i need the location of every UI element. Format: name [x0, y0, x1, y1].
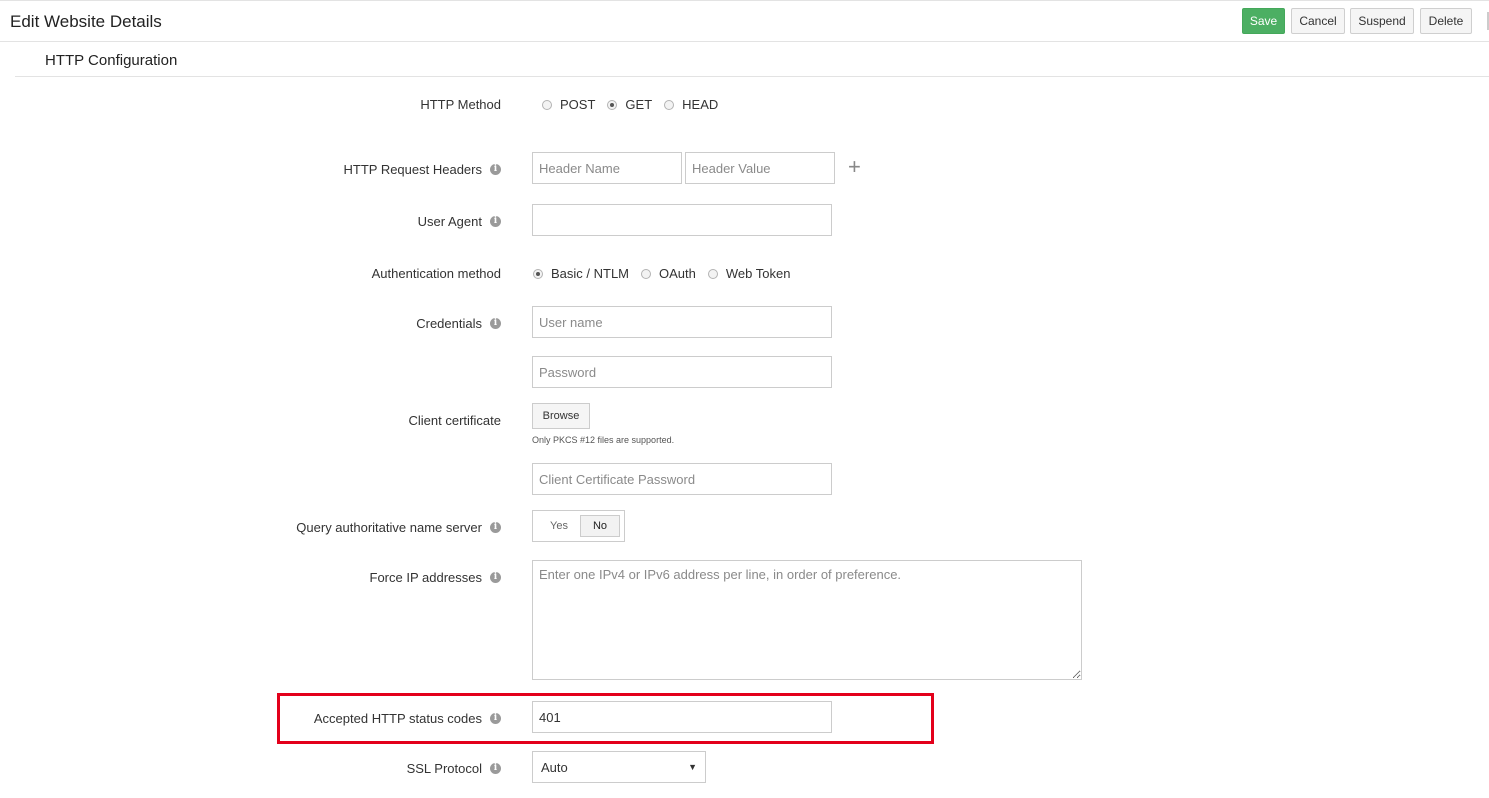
- http-method-post-label: POST: [560, 97, 596, 112]
- force-ip-label: Force IP addresses: [369, 570, 482, 585]
- info-icon[interactable]: i: [490, 318, 501, 329]
- force-ip-textarea[interactable]: [532, 560, 1082, 680]
- http-method-post-option[interactable]: POST: [542, 97, 595, 112]
- http-method-radio-group: POST GET HEAD: [542, 97, 730, 112]
- query-ns-toggle: Yes No: [532, 510, 625, 542]
- toggle-no-option[interactable]: No: [580, 515, 620, 537]
- certificate-hint: Only PKCS #12 files are supported.: [532, 435, 675, 445]
- client-certificate-label: Client certificate: [408, 413, 501, 428]
- info-icon[interactable]: i: [490, 216, 501, 227]
- ssl-protocol-select[interactable]: Auto ▼: [532, 751, 706, 783]
- http-method-head-label: HEAD: [682, 97, 719, 112]
- save-button[interactable]: Save: [1242, 8, 1285, 34]
- suspend-button[interactable]: Suspend: [1350, 8, 1414, 34]
- auth-method-label: Authentication method: [371, 266, 501, 281]
- auth-oauth-option[interactable]: OAuth: [641, 266, 696, 281]
- http-method-get-label: GET: [625, 97, 653, 112]
- user-agent-label: User Agent: [417, 214, 482, 229]
- auth-oauth-label: OAuth: [659, 266, 696, 281]
- http-method-head-option[interactable]: HEAD: [664, 97, 718, 112]
- auth-method-radio-group: Basic / NTLM OAuth Web Token: [533, 266, 802, 281]
- ssl-protocol-value: Auto: [541, 759, 568, 775]
- cancel-button[interactable]: Cancel: [1291, 8, 1345, 34]
- auth-basic-option[interactable]: Basic / NTLM: [533, 266, 629, 281]
- accepted-codes-input[interactable]: [532, 701, 832, 733]
- info-icon[interactable]: i: [490, 572, 501, 583]
- http-method-get-option[interactable]: GET: [607, 97, 652, 112]
- page-title: Edit Website Details: [10, 12, 162, 31]
- radio-checked-icon[interactable]: [607, 99, 618, 110]
- username-input[interactable]: [532, 306, 832, 338]
- section-title: HTTP Configuration: [45, 52, 178, 69]
- plus-icon[interactable]: +: [848, 156, 861, 178]
- auth-webtoken-option[interactable]: Web Token: [707, 266, 791, 281]
- info-icon[interactable]: i: [490, 713, 501, 724]
- accepted-codes-label: Accepted HTTP status codes: [313, 711, 482, 726]
- info-icon[interactable]: i: [490, 763, 501, 774]
- radio-icon[interactable]: [542, 99, 552, 110]
- request-headers-label: HTTP Request Headers: [343, 162, 483, 177]
- toggle-yes-option[interactable]: Yes: [537, 515, 581, 537]
- http-method-label: HTTP Method: [420, 97, 501, 112]
- ssl-protocol-label: SSL Protocol: [406, 761, 482, 776]
- radio-icon[interactable]: [664, 99, 675, 110]
- credentials-label: Credentials: [416, 316, 482, 331]
- radio-icon[interactable]: [707, 268, 718, 279]
- info-icon[interactable]: i: [490, 164, 501, 175]
- auth-basic-label: Basic / NTLM: [551, 266, 630, 281]
- query-ns-label: Query authoritative name server: [296, 520, 482, 535]
- radio-checked-icon[interactable]: [533, 268, 543, 279]
- header-value-input[interactable]: [685, 152, 835, 184]
- user-agent-input[interactable]: [532, 204, 832, 236]
- delete-button[interactable]: Delete: [1420, 8, 1472, 34]
- header-name-input[interactable]: [532, 152, 682, 184]
- browse-button[interactable]: Browse: [532, 403, 590, 429]
- section-divider: [15, 76, 1489, 77]
- password-input[interactable]: [532, 356, 832, 388]
- info-icon[interactable]: i: [490, 522, 501, 533]
- caret-down-icon: ▼: [688, 762, 697, 772]
- radio-icon[interactable]: [641, 268, 652, 279]
- certificate-password-input[interactable]: [532, 463, 832, 495]
- auth-webtoken-label: Web Token: [725, 266, 791, 281]
